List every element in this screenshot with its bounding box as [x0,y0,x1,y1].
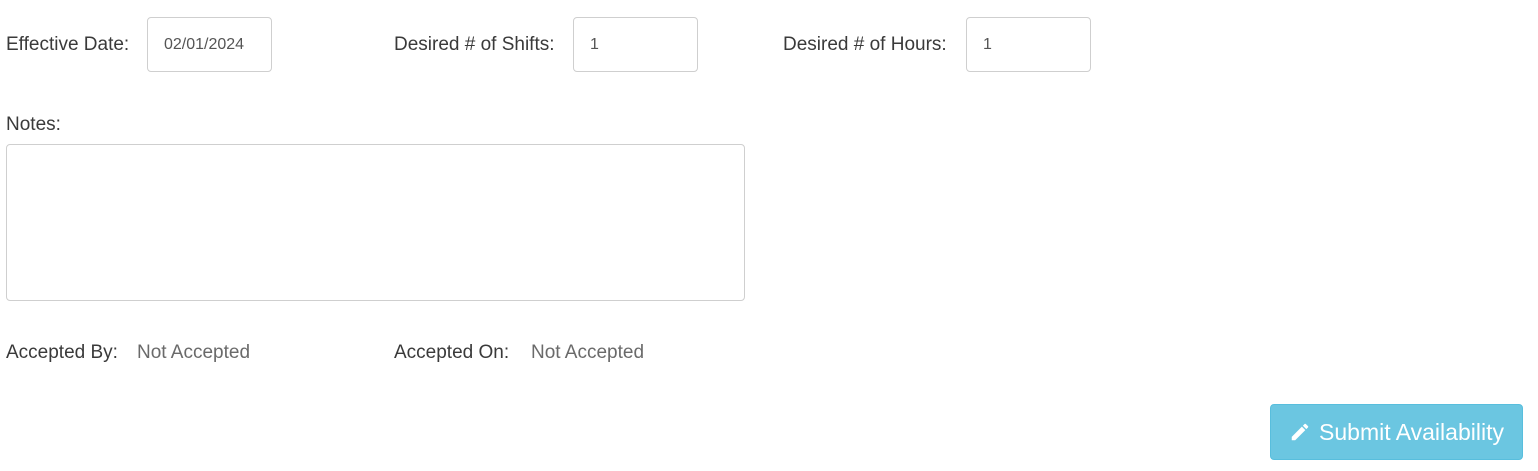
desired-hours-input[interactable] [966,17,1091,72]
effective-date-label: Effective Date: [6,34,130,55]
accepted-on-label: Accepted On: [394,342,510,363]
desired-shifts-label: Desired # of Shifts: [394,34,555,55]
desired-shifts-input[interactable] [573,17,698,72]
desired-hours-label: Desired # of Hours: [783,34,947,55]
accepted-on-value: Not Accepted [531,342,645,363]
submit-availability-label: Submit Availability [1319,418,1504,445]
notes-textarea[interactable] [6,144,745,301]
effective-date-input[interactable] [147,17,272,72]
accepted-by-value: Not Accepted [137,342,251,363]
availability-form: Effective Date: Desired # of Shifts: Des… [0,0,1538,471]
submit-availability-button[interactable]: Submit Availability [1270,404,1523,460]
pencil-icon [1289,421,1311,443]
accepted-by-label: Accepted By: [6,342,118,363]
notes-label: Notes: [6,114,61,135]
